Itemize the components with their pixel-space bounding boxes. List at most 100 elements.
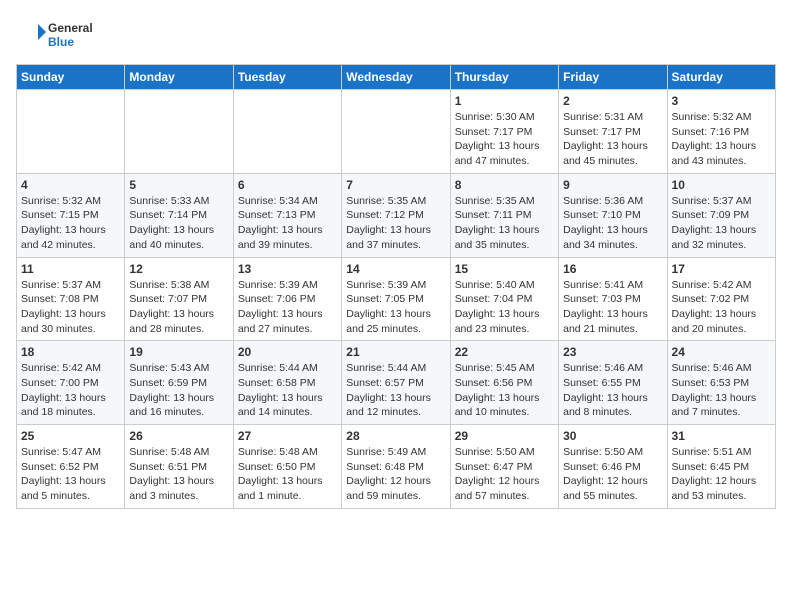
calendar-cell: 25Sunrise: 5:47 AMSunset: 6:52 PMDayligh… (17, 425, 125, 509)
calendar-cell: 11Sunrise: 5:37 AMSunset: 7:08 PMDayligh… (17, 257, 125, 341)
calendar-cell: 10 Sunrise: 5:37 AMSunset: 7:09 PMDayligh… (667, 173, 775, 257)
day-info: Daylight: 13 hours (672, 223, 771, 238)
day-info: Sunset: 7:08 PM (21, 292, 120, 307)
day-info: Sunrise: 5:32 AM (672, 110, 771, 125)
day-info: Daylight: 13 hours (455, 223, 554, 238)
day-info: Sunrise: 5:39 AM (346, 278, 445, 293)
calendar-cell: 22Sunrise: 5:45 AMSunset: 6:56 PMDayligh… (450, 341, 558, 425)
day-info: and 5 minutes. (21, 489, 120, 504)
day-info: Sunset: 6:58 PM (238, 376, 337, 391)
day-info: Sunset: 7:07 PM (129, 292, 228, 307)
day-info: and 47 minutes. (455, 154, 554, 169)
day-info: Sunset: 7:17 PM (563, 125, 662, 140)
day-info: Sunset: 7:03 PM (563, 292, 662, 307)
day-header-wednesday: Wednesday (342, 65, 450, 90)
calendar-cell: 16Sunrise: 5:41 AMSunset: 7:03 PMDayligh… (559, 257, 667, 341)
day-info: Sunrise: 5:36 AM (563, 194, 662, 209)
calendar-cell: 21Sunrise: 5:44 AMSunset: 6:57 PMDayligh… (342, 341, 450, 425)
day-info: and 35 minutes. (455, 238, 554, 253)
day-number: 13 (238, 262, 337, 276)
calendar-cell: 23Sunrise: 5:46 AMSunset: 6:55 PMDayligh… (559, 341, 667, 425)
day-info: Daylight: 12 hours (563, 474, 662, 489)
day-info: Sunrise: 5:32 AM (21, 194, 120, 209)
calendar-cell: 3 Sunrise: 5:32 AMSunset: 7:16 PMDaylight… (667, 90, 775, 174)
day-info: Sunset: 6:59 PM (129, 376, 228, 391)
day-info: Sunrise: 5:43 AM (129, 361, 228, 376)
day-info: Sunset: 6:51 PM (129, 460, 228, 475)
day-info: Daylight: 13 hours (563, 391, 662, 406)
day-info: and 34 minutes. (563, 238, 662, 253)
day-info: Sunrise: 5:39 AM (238, 278, 337, 293)
calendar-cell: 6Sunrise: 5:34 AMSunset: 7:13 PMDaylight… (233, 173, 341, 257)
day-info: Daylight: 13 hours (129, 307, 228, 322)
day-info: Daylight: 13 hours (21, 223, 120, 238)
day-header-thursday: Thursday (450, 65, 558, 90)
day-info: Sunrise: 5:37 AM (672, 194, 771, 209)
day-header-sunday: Sunday (17, 65, 125, 90)
calendar-cell: 17Sunrise: 5:42 AMSunset: 7:02 PMDayligh… (667, 257, 775, 341)
calendar-week-5: 25Sunrise: 5:47 AMSunset: 6:52 PMDayligh… (17, 425, 776, 509)
day-info: Sunrise: 5:42 AM (21, 361, 120, 376)
calendar-cell: 4 Sunrise: 5:32 AMSunset: 7:15 PMDaylight… (17, 173, 125, 257)
calendar-cell: 12Sunrise: 5:38 AMSunset: 7:07 PMDayligh… (125, 257, 233, 341)
day-info: Sunrise: 5:35 AM (455, 194, 554, 209)
day-info: Daylight: 13 hours (672, 139, 771, 154)
day-number: 25 (21, 429, 120, 443)
day-info: Sunrise: 5:40 AM (455, 278, 554, 293)
day-number: 10 (672, 178, 771, 192)
day-info: Daylight: 13 hours (129, 474, 228, 489)
day-number: 1 (455, 94, 554, 108)
day-number: 4 (21, 178, 120, 192)
calendar-cell: 15Sunrise: 5:40 AMSunset: 7:04 PMDayligh… (450, 257, 558, 341)
day-header-friday: Friday (559, 65, 667, 90)
logo: General Blue (16, 16, 106, 56)
day-info: Sunset: 6:46 PM (563, 460, 662, 475)
calendar-cell: 31Sunrise: 5:51 AMSunset: 6:45 PMDayligh… (667, 425, 775, 509)
day-info: Sunrise: 5:38 AM (129, 278, 228, 293)
day-number: 3 (672, 94, 771, 108)
calendar-cell: 13Sunrise: 5:39 AMSunset: 7:06 PMDayligh… (233, 257, 341, 341)
day-number: 27 (238, 429, 337, 443)
day-info: Sunset: 7:15 PM (21, 208, 120, 223)
day-info: Sunset: 7:04 PM (455, 292, 554, 307)
day-info: Sunrise: 5:47 AM (21, 445, 120, 460)
calendar-cell: 28Sunrise: 5:49 AMSunset: 6:48 PMDayligh… (342, 425, 450, 509)
day-info: Daylight: 13 hours (346, 391, 445, 406)
calendar-week-2: 4Sunrise: 5:32 AMSunset: 7:15 PMDaylight… (17, 173, 776, 257)
day-info: Sunrise: 5:50 AM (563, 445, 662, 460)
day-info: Sunset: 7:09 PM (672, 208, 771, 223)
day-info: and 3 minutes. (129, 489, 228, 504)
svg-text:General: General (48, 21, 93, 35)
day-header-saturday: Saturday (667, 65, 775, 90)
day-info: Daylight: 13 hours (455, 139, 554, 154)
day-info: Sunrise: 5:51 AM (672, 445, 771, 460)
day-number: 2 (563, 94, 662, 108)
day-info: Sunrise: 5:31 AM (563, 110, 662, 125)
day-number: 19 (129, 345, 228, 359)
day-info: Sunrise: 5:34 AM (238, 194, 337, 209)
day-info: Daylight: 13 hours (346, 223, 445, 238)
day-info: and 25 minutes. (346, 322, 445, 337)
day-info: Daylight: 13 hours (455, 307, 554, 322)
calendar-week-1: 1 Sunrise: 5:30 AM Sunset: 7:17 PM Daylight… (17, 90, 776, 174)
day-info: and 32 minutes. (672, 238, 771, 253)
day-number: 7 (346, 178, 445, 192)
day-info: and 45 minutes. (563, 154, 662, 169)
day-info: Sunrise: 5:48 AM (129, 445, 228, 460)
calendar-cell (342, 90, 450, 174)
day-info: Sunrise: 5:30 AM (455, 110, 554, 125)
calendar-cell: 26Sunrise: 5:48 AMSunset: 6:51 PMDayligh… (125, 425, 233, 509)
day-number: 8 (455, 178, 554, 192)
day-number: 29 (455, 429, 554, 443)
day-info: Daylight: 12 hours (455, 474, 554, 489)
calendar-week-3: 11Sunrise: 5:37 AMSunset: 7:08 PMDayligh… (17, 257, 776, 341)
day-info: Sunset: 6:45 PM (672, 460, 771, 475)
day-info: Sunset: 7:14 PM (129, 208, 228, 223)
calendar-cell: 18Sunrise: 5:42 AMSunset: 7:00 PMDayligh… (17, 341, 125, 425)
day-number: 14 (346, 262, 445, 276)
day-info: Daylight: 13 hours (21, 391, 120, 406)
day-number: 11 (21, 262, 120, 276)
day-info: Sunset: 7:16 PM (672, 125, 771, 140)
day-info: Sunrise: 5:45 AM (455, 361, 554, 376)
day-info: Daylight: 13 hours (129, 391, 228, 406)
